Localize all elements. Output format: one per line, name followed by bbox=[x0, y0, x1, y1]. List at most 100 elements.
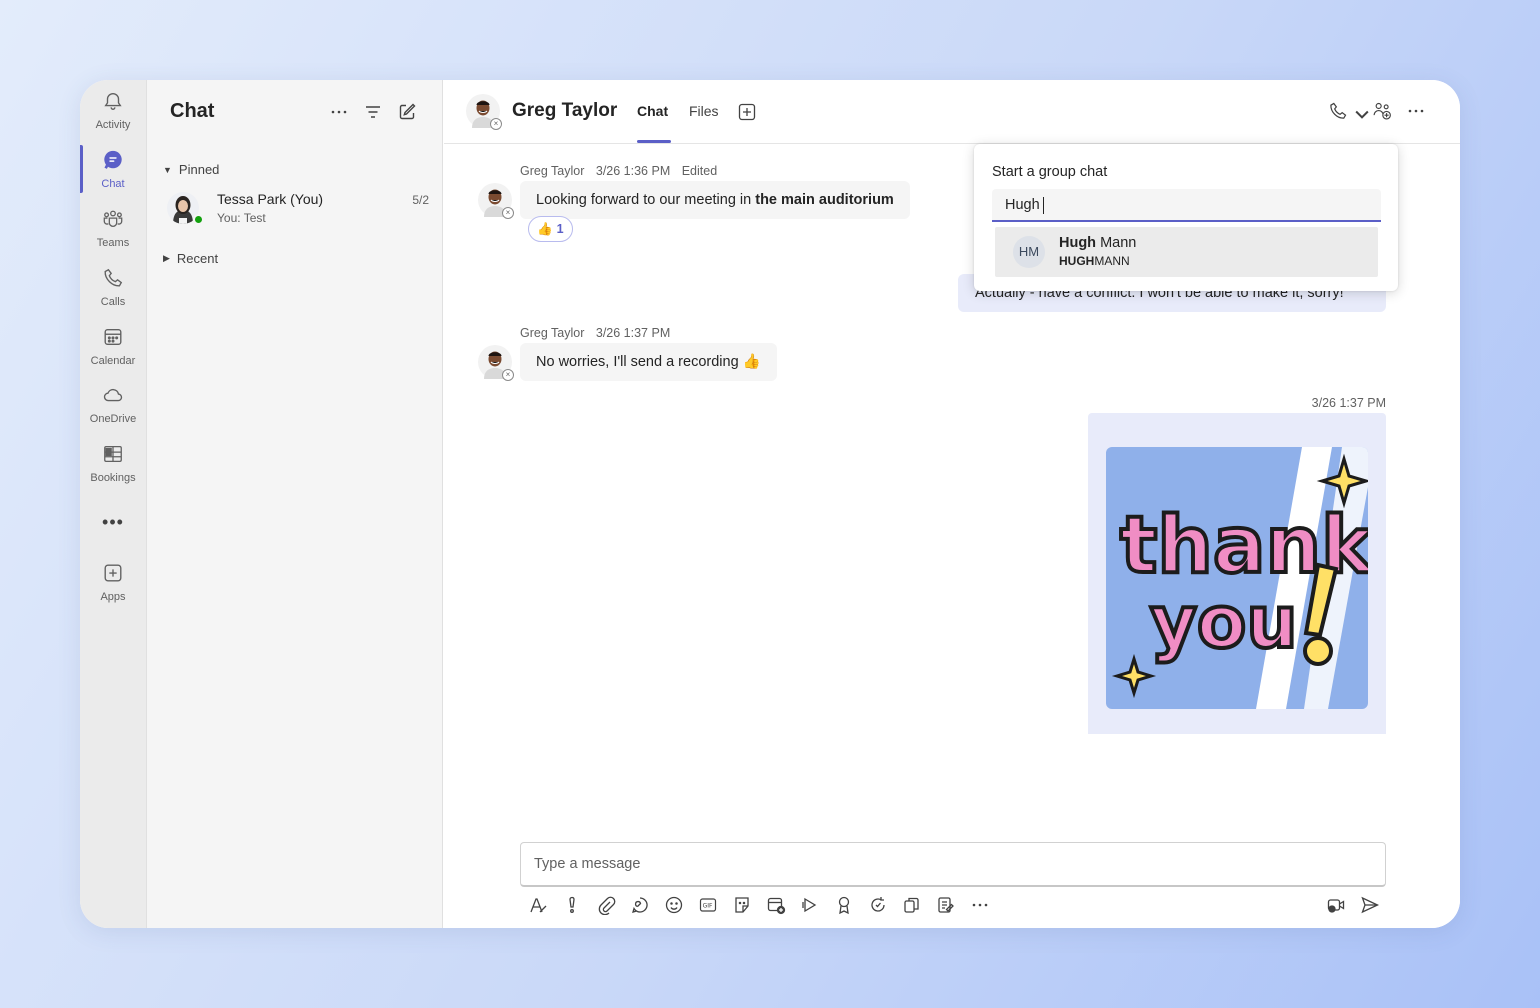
forms-button[interactable] bbox=[936, 895, 956, 915]
suggestion-alias: HUGHMANN bbox=[1059, 254, 1130, 268]
video-clip-button[interactable] bbox=[1326, 895, 1346, 915]
rail-label: Chat bbox=[101, 177, 125, 190]
more-icon bbox=[970, 902, 990, 919]
message-bubble[interactable]: Looking forward to our meeting in the ma… bbox=[520, 181, 910, 219]
sticker-button[interactable] bbox=[732, 895, 752, 915]
send-icon bbox=[1360, 896, 1380, 919]
chat-list-pane: Chat ▼ Pinned Tessa Park (You) You: Test… bbox=[147, 80, 443, 928]
rail-label: Apps bbox=[100, 590, 126, 603]
send-button[interactable] bbox=[1360, 895, 1380, 915]
gif-button[interactable]: GIF bbox=[698, 895, 718, 915]
rail-label: OneDrive bbox=[89, 412, 137, 425]
emoji-button[interactable] bbox=[664, 895, 684, 915]
refresh-icon bbox=[868, 897, 888, 919]
stream-button[interactable] bbox=[800, 895, 820, 915]
loop-button[interactable] bbox=[630, 895, 650, 915]
presence-offline-icon: × bbox=[502, 207, 514, 219]
rail-item-apps[interactable]: Apps bbox=[80, 554, 146, 610]
rail-item-teams[interactable]: Teams bbox=[80, 200, 146, 256]
message-meta: Greg Taylor 3/26 1:36 PM Edited bbox=[520, 164, 725, 178]
more-icon bbox=[329, 109, 349, 126]
tab-active-indicator bbox=[637, 140, 671, 143]
rail-label: Calls bbox=[100, 295, 126, 308]
suggestion-name-match: Hugh bbox=[1059, 235, 1097, 251]
message-compose-input[interactable]: Type a message bbox=[520, 842, 1386, 887]
chat-item-date: 5/2 bbox=[412, 193, 429, 207]
add-people-button[interactable] bbox=[1372, 101, 1392, 126]
message-time: 3/26 1:37 PM bbox=[1311, 396, 1386, 410]
more-icon bbox=[1406, 108, 1426, 125]
rail-item-calendar[interactable]: Calendar bbox=[80, 318, 146, 374]
attach-button[interactable] bbox=[596, 895, 616, 916]
add-tab-button[interactable] bbox=[737, 102, 757, 127]
paperclip-icon bbox=[596, 896, 616, 919]
loop-icon bbox=[630, 897, 650, 919]
tab-chat[interactable]: Chat bbox=[637, 103, 668, 119]
schedule-meeting-button[interactable] bbox=[766, 895, 786, 915]
important-button[interactable] bbox=[562, 895, 582, 915]
conversation-header: × Greg Taylor Chat Files bbox=[444, 80, 1460, 144]
call-options-dropdown[interactable] bbox=[1352, 104, 1372, 129]
filter-button[interactable] bbox=[363, 102, 383, 122]
header-more-button[interactable] bbox=[1406, 101, 1426, 126]
teams-icon bbox=[102, 208, 124, 237]
calendar-icon bbox=[102, 326, 124, 355]
sticker-icon bbox=[732, 897, 752, 919]
rail-item-calls[interactable]: Calls bbox=[80, 259, 146, 315]
format-button[interactable] bbox=[528, 895, 548, 915]
rail-item-bookings[interactable]: Bookings bbox=[80, 435, 146, 491]
chevron-down-icon bbox=[1352, 110, 1372, 128]
rail-item-onedrive[interactable]: OneDrive bbox=[80, 376, 146, 432]
rail-item-chat[interactable]: Chat bbox=[80, 141, 146, 197]
presence-available-badge bbox=[193, 214, 204, 225]
new-chat-button[interactable] bbox=[397, 102, 417, 122]
add-tab-icon bbox=[737, 103, 757, 126]
reaction-pill[interactable]: 👍 1 bbox=[528, 216, 573, 242]
message-bubble[interactable]: No worries, I'll send a recording 👍 bbox=[520, 343, 777, 381]
suggestion-alias-match: HUGH bbox=[1059, 254, 1095, 268]
avatar: × bbox=[478, 345, 514, 381]
svg-text:GIF: GIF bbox=[703, 903, 713, 910]
format-icon bbox=[528, 898, 548, 919]
rail-label: Activity bbox=[95, 118, 131, 131]
message-sender: Greg Taylor bbox=[520, 164, 585, 178]
rail-item-activity[interactable]: Activity bbox=[80, 82, 146, 138]
bell-icon bbox=[102, 90, 124, 119]
avatar-initials: HM bbox=[1013, 236, 1045, 268]
compose-icon bbox=[397, 103, 417, 126]
updates-button[interactable] bbox=[868, 895, 888, 915]
message-time: 3/26 1:37 PM bbox=[595, 326, 671, 340]
presence-offline-icon: × bbox=[490, 118, 502, 130]
avatar: × bbox=[466, 94, 502, 130]
app-rail: Activity Chat Teams Calls Calendar OneDr… bbox=[80, 80, 147, 928]
approvals-icon bbox=[902, 897, 922, 919]
tab-files[interactable]: Files bbox=[689, 103, 719, 119]
people-suggestion-item[interactable]: HM Hugh Mann HUGHMANN bbox=[995, 227, 1378, 277]
filter-icon bbox=[363, 106, 383, 126]
add-people-icon bbox=[1372, 102, 1392, 125]
message-meta: Greg Taylor 3/26 1:37 PM bbox=[520, 326, 678, 340]
video-clip-icon bbox=[1326, 899, 1346, 919]
add-app-icon bbox=[102, 562, 124, 591]
chat-list-more-button[interactable] bbox=[329, 102, 349, 122]
calendar-add-icon bbox=[766, 897, 786, 919]
chat-list-item[interactable]: Tessa Park (You) You: Test 5/2 bbox=[167, 188, 429, 232]
avatar: × bbox=[478, 183, 514, 219]
approvals-button[interactable] bbox=[902, 895, 922, 915]
pinned-label: Pinned bbox=[178, 162, 220, 177]
emoji-icon bbox=[664, 896, 684, 919]
group-chat-search-input[interactable]: Hugh bbox=[992, 189, 1381, 222]
praise-button[interactable] bbox=[834, 895, 854, 915]
message-sender: Greg Taylor bbox=[520, 326, 585, 340]
call-button[interactable] bbox=[1328, 101, 1348, 126]
recent-section-toggle[interactable]: ▶ Recent bbox=[163, 251, 218, 266]
reaction-count: 1 bbox=[556, 222, 564, 236]
more-apps-button[interactable] bbox=[970, 895, 990, 915]
suggestion-name: Hugh Mann bbox=[1059, 235, 1136, 251]
rail-more-button[interactable]: ••• bbox=[80, 494, 146, 550]
recent-label: Recent bbox=[176, 251, 219, 266]
sticker-message[interactable]: thank you bbox=[1088, 413, 1386, 734]
conversation-title: Greg Taylor bbox=[512, 100, 618, 121]
rail-label: Teams bbox=[96, 236, 130, 249]
pinned-section-toggle[interactable]: ▼ Pinned bbox=[163, 162, 219, 177]
